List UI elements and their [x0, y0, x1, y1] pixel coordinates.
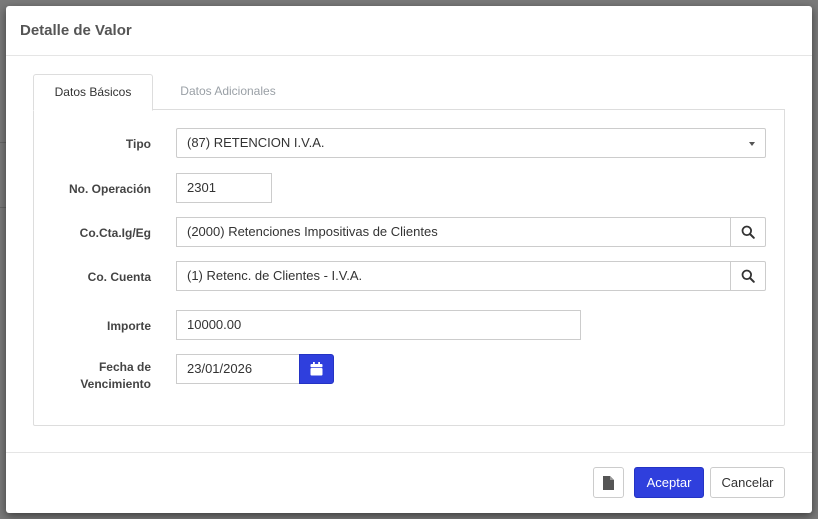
tipo-select[interactable]: (87) RETENCION I.V.A.	[176, 128, 766, 158]
cta-ig-eg-value: (2000) Retenciones Impositivas de Client…	[187, 224, 438, 239]
operacion-value: 2301	[187, 180, 216, 195]
cuenta-label: Co. Cuenta	[87, 270, 151, 284]
vencimiento-value: 23/01/2026	[187, 361, 253, 376]
importe-label: Importe	[106, 319, 151, 333]
detalle-valor-modal: Detalle de Valor Datos Básicos Datos Adi…	[6, 6, 812, 513]
cta-ig-eg-search-button[interactable]	[730, 217, 766, 247]
document-icon	[603, 475, 614, 490]
document-button[interactable]	[593, 467, 624, 498]
tab-datos-basicos[interactable]: Datos Básicos	[33, 74, 153, 111]
importe-value: 10000.00	[187, 317, 242, 332]
operacion-input[interactable]: 2301	[176, 173, 272, 203]
modal-title: Detalle de Valor	[20, 22, 132, 39]
caret-down-icon	[749, 142, 755, 146]
tipo-value: (87) RETENCION I.V.A.	[187, 135, 325, 150]
cta-ig-eg-input[interactable]: (2000) Retenciones Impositivas de Client…	[176, 217, 731, 247]
operacion-label: No. Operación	[68, 182, 151, 196]
modal-header: Detalle de Valor	[6, 6, 812, 56]
cuenta-value: (1) Retenc. de Clientes - I.V.A.	[187, 268, 363, 283]
vencimiento-label-line2: Vencimiento	[80, 377, 151, 391]
modal-footer: Aceptar Cancelar	[6, 452, 812, 514]
tab-panel-datos-basicos: Tipo (87) RETENCION I.V.A. No. Operación…	[33, 109, 785, 426]
accept-button[interactable]: Aceptar	[634, 467, 704, 498]
search-icon	[741, 225, 755, 239]
cta-ig-eg-label: Co.Cta.Ig/Eg	[79, 226, 151, 240]
tab-datos-adicionales[interactable]: Datos Adicionales	[163, 74, 293, 109]
vencimiento-date-input[interactable]: 23/01/2026	[176, 354, 300, 384]
cuenta-input[interactable]: (1) Retenc. de Clientes - I.V.A.	[176, 261, 731, 291]
importe-input[interactable]: 10000.00	[176, 310, 581, 340]
calendar-icon	[310, 362, 323, 376]
vencimiento-label: Fecha de Vencimiento	[80, 359, 151, 393]
calendar-button[interactable]	[299, 354, 334, 384]
cuenta-search-button[interactable]	[730, 261, 766, 291]
cancel-button[interactable]: Cancelar	[710, 467, 785, 498]
vencimiento-label-line1: Fecha de	[98, 360, 151, 374]
tipo-label: Tipo	[125, 137, 151, 151]
search-icon	[741, 269, 755, 283]
